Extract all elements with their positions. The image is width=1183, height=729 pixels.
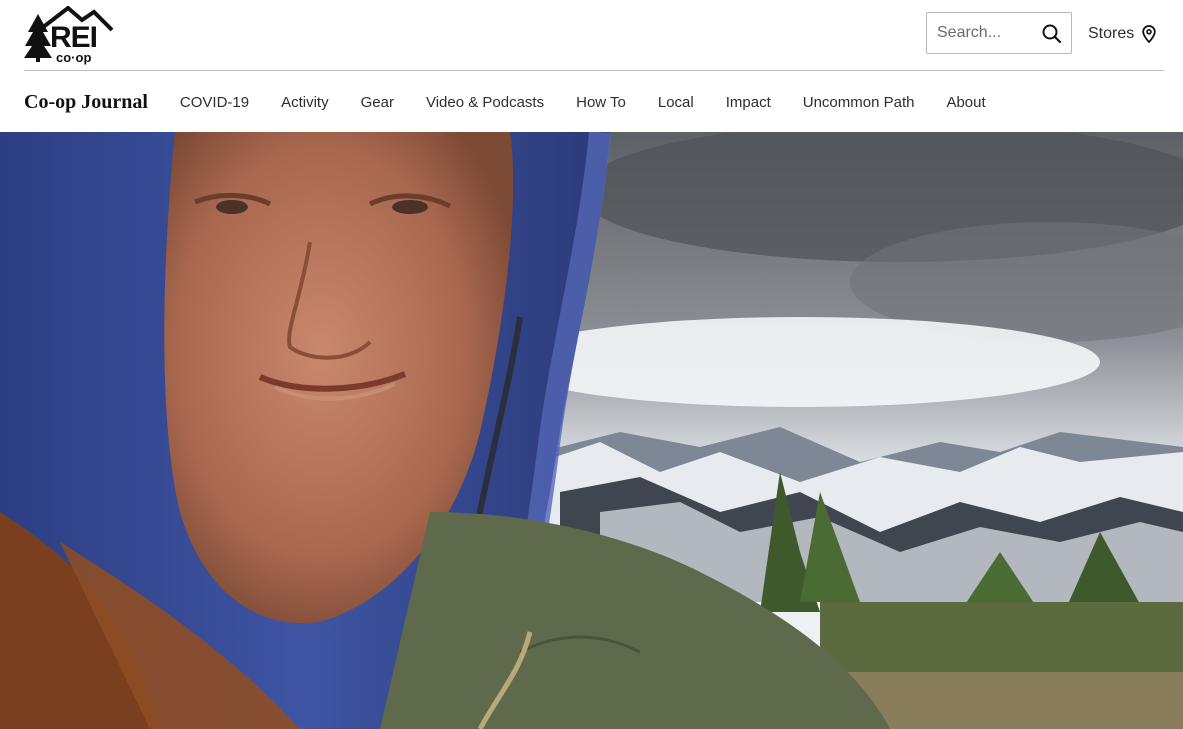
search-input[interactable] bbox=[927, 13, 1037, 53]
nav-item-impact[interactable]: Impact bbox=[726, 94, 771, 111]
co-op-journal-title[interactable]: Co-op Journal bbox=[24, 91, 148, 114]
stores-label: Stores bbox=[1088, 25, 1135, 42]
top-bar: REI co·op Stores bbox=[24, 0, 1164, 71]
journal-nav: Co-op Journal COVID-19 Activity Gear Vid… bbox=[24, 72, 1164, 132]
logo-wordmark: REI bbox=[50, 21, 98, 54]
nav-item-activity[interactable]: Activity bbox=[281, 94, 329, 111]
nav-item-uncommon-path[interactable]: Uncommon Path bbox=[803, 94, 915, 111]
nav-item-local[interactable]: Local bbox=[658, 94, 694, 111]
nav-item-gear[interactable]: Gear bbox=[361, 94, 394, 111]
stores-link[interactable]: Stores bbox=[1088, 22, 1156, 46]
location-pin-icon bbox=[1142, 25, 1156, 43]
hero-photo-illustration bbox=[0, 132, 1183, 729]
nav-item-how-to[interactable]: How To bbox=[576, 94, 626, 111]
hero-image bbox=[0, 132, 1183, 729]
logo-subtext: co·op bbox=[56, 50, 92, 65]
nav-item-about[interactable]: About bbox=[946, 94, 985, 111]
nav-item-covid-19[interactable]: COVID-19 bbox=[180, 94, 249, 111]
rei-logo[interactable]: REI co·op bbox=[24, 5, 114, 65]
nav-item-video-podcasts[interactable]: Video & Podcasts bbox=[426, 94, 544, 111]
search-icon[interactable] bbox=[1041, 23, 1063, 45]
search-box bbox=[926, 12, 1072, 54]
